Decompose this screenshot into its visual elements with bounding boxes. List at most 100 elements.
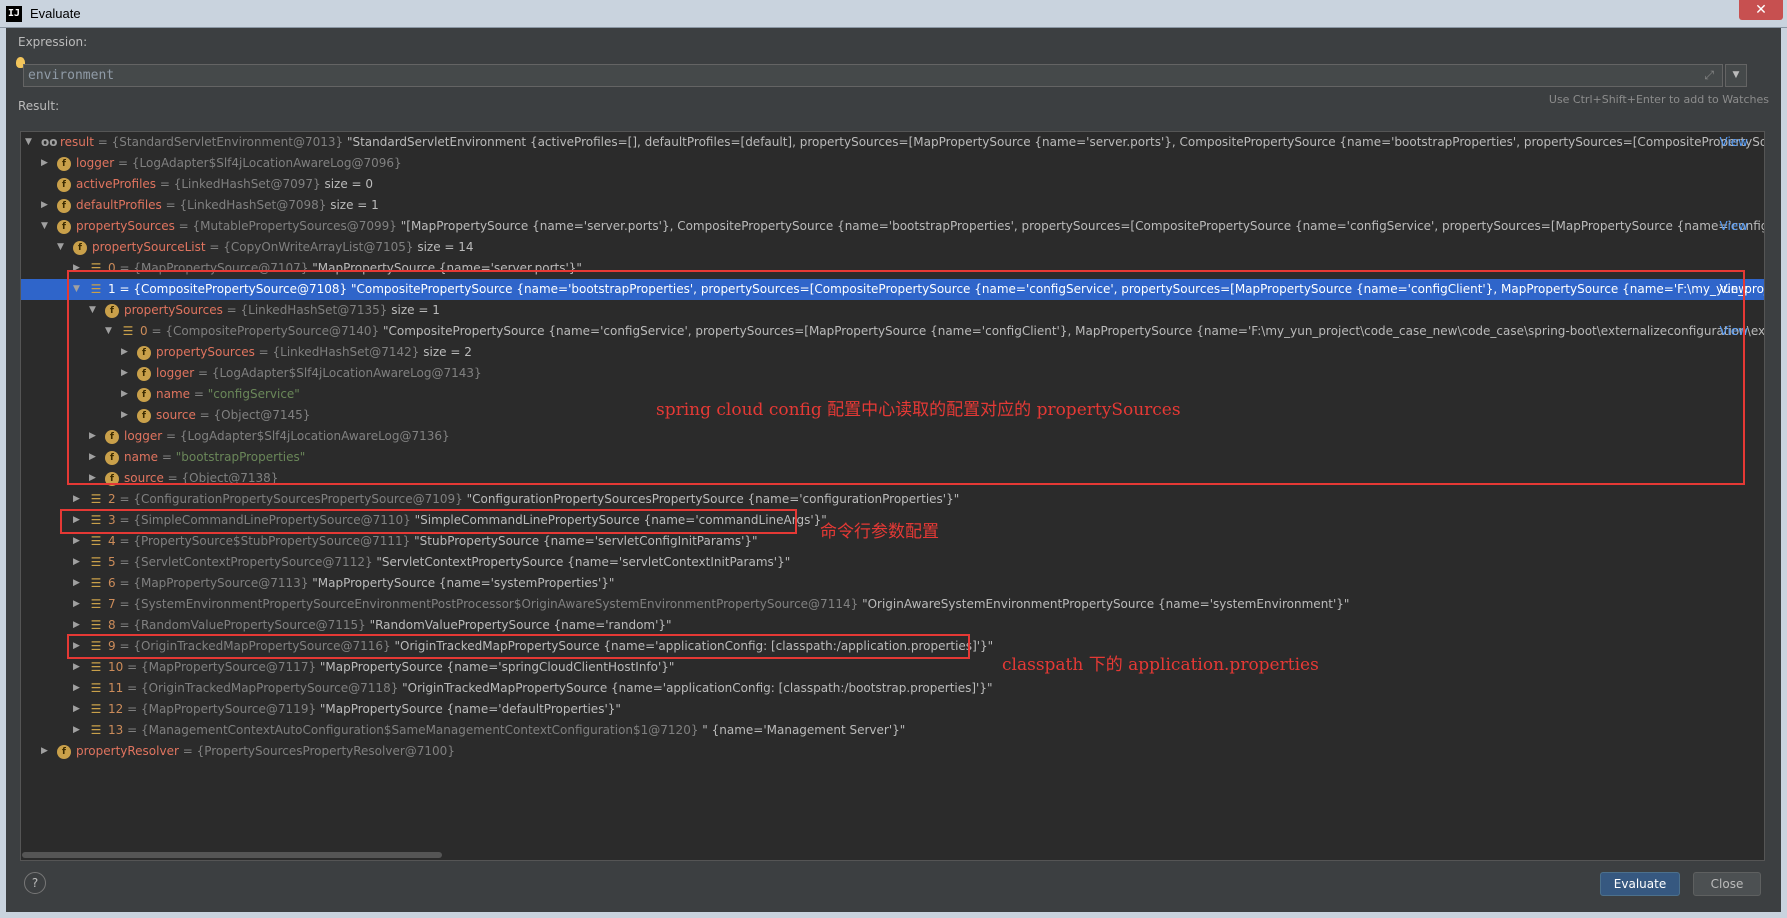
node-type: = {OriginTrackedMapPropertySource@7118} <box>123 681 403 695</box>
node-name: 5 <box>108 555 116 569</box>
node-name: 4 <box>108 534 116 548</box>
expand-arrow-icon[interactable]: ▶ <box>73 552 85 573</box>
expand-arrow-icon[interactable]: ▶ <box>73 720 85 741</box>
annotation-command-line: 命令行参数配置 <box>820 522 939 542</box>
annotation-box-config-center <box>67 270 1745 485</box>
node-name: 13 <box>108 723 124 737</box>
node-type: = {MapPropertySource@7117} <box>123 660 320 674</box>
tree-row[interactable]: ▶ ☰ 13 = {ManagementContextAutoConfigurati… <box>21 720 1764 741</box>
tree-row-text: 12 = {MapPropertySource@7119} "MapProper… <box>108 699 621 720</box>
expand-arrow-icon[interactable]: ▶ <box>41 153 53 174</box>
node-value: "StandardServletEnvironment {activeProfi… <box>346 135 1765 149</box>
expand-arrow-icon[interactable]: ▶ <box>73 699 85 720</box>
tree-row[interactable]: ▶ ☰ 2 = {ConfigurationPropertySourcesPrope… <box>21 489 1764 510</box>
tree-row-text: activeProfiles = {LinkedHashSet@7097} si… <box>76 174 373 195</box>
tree-row-text: propertyResolver = {PropertySourcesPrope… <box>76 741 455 762</box>
annotation-box-classpath <box>67 634 970 659</box>
view-link[interactable]: View <box>1720 132 1748 153</box>
result-tree[interactable]: ▼ oo result = {StandardServletEnvironment@… <box>20 131 1765 861</box>
expand-arrow-icon[interactable]: ▶ <box>73 615 85 636</box>
node-type: = {ManagementContextAutoConfiguration$Sa… <box>123 723 703 737</box>
array-element-icon: ☰ <box>90 555 102 569</box>
expand-arrow-icon[interactable]: ▶ <box>41 741 53 762</box>
annotation-box-command-line <box>60 509 797 534</box>
collapse-arrow-icon[interactable]: ▼ <box>41 216 53 237</box>
tree-row[interactable]: ▼ f propertySourceList = {CopyOnWriteArray… <box>21 237 1764 258</box>
node-value: size = 0 <box>324 177 374 191</box>
tree-row[interactable]: ▶ f propertyResolver = {PropertySourcesPro… <box>21 741 1764 762</box>
node-name: logger <box>76 156 115 170</box>
help-button[interactable]: ? <box>24 872 46 894</box>
evaluate-button[interactable]: Evaluate <box>1600 872 1680 896</box>
view-link[interactable]: View <box>1720 216 1748 237</box>
expand-arrow-icon[interactable]: ▶ <box>73 573 85 594</box>
expand-arrow-icon[interactable]: ▶ <box>73 531 85 552</box>
node-type: = {MutablePropertySources@7099} <box>174 219 401 233</box>
node-type: = {MapPropertySource@7113} <box>115 576 313 590</box>
annotation-classpath: classpath 下的 application.properties <box>1002 655 1319 675</box>
expand-arrow-icon[interactable]: ▶ <box>41 195 53 216</box>
node-type: = {ConfigurationPropertySourcesPropertyS… <box>115 492 467 506</box>
array-element-icon: ☰ <box>90 618 102 632</box>
expand-arrow-icon[interactable]: ▶ <box>73 594 85 615</box>
field-icon: f <box>57 745 71 759</box>
watches-hint: Use Ctrl+Shift+Enter to add to Watches <box>1548 93 1769 106</box>
collapse-arrow-icon[interactable]: ▼ <box>57 237 69 258</box>
expression-label: Expression: <box>18 35 88 49</box>
node-type: = {MapPropertySource@7119} <box>123 702 320 716</box>
expand-arrow-icon[interactable]: ▶ <box>73 489 85 510</box>
array-element-icon: ☰ <box>90 723 102 737</box>
tree-row[interactable]: ▶ ☰ 6 = {MapPropertySource@7113} "MapPrope… <box>21 573 1764 594</box>
node-value: "OriginAwareSystemEnvironmentPropertySou… <box>862 597 1350 611</box>
tree-row-text: 13 = {ManagementContextAutoConfiguration… <box>108 720 905 741</box>
tree-row-text: 8 = {RandomValuePropertySource@7115} "Ra… <box>108 615 672 636</box>
collapse-arrow-icon[interactable]: ▼ <box>25 132 37 153</box>
node-type: = {LogAdapter$Slf4jLocationAwareLog@7096… <box>114 156 402 170</box>
tree-row-text: logger = {LogAdapter$Slf4jLocationAwareL… <box>76 153 402 174</box>
array-element-icon: ☰ <box>90 660 102 674</box>
node-type: = {PropertySource$StubPropertySource@711… <box>115 534 415 548</box>
tree-row[interactable]: ▶ ☰ 11 = {OriginTrackedMapPropertySource@7… <box>21 678 1764 699</box>
history-dropdown-button[interactable]: ▼ <box>1725 64 1747 87</box>
tree-row[interactable]: ▶ ☰ 8 = {RandomValuePropertySource@7115} "… <box>21 615 1764 636</box>
tree-row[interactable]: ▼ f propertySources = {MutablePropertySour… <box>21 216 1765 237</box>
node-name: propertySources <box>76 219 175 233</box>
tree-row[interactable]: ▶ f defaultProfiles = {LinkedHashSet@7098}… <box>21 195 1764 216</box>
expand-icon[interactable]: ⤢ <box>1704 68 1714 83</box>
tree-row[interactable]: ▶ ☰ 7 = {SystemEnvironmentPropertySourceEn… <box>21 594 1764 615</box>
tree-row-text: propertySources = {MutablePropertySource… <box>76 216 1765 237</box>
node-value: "MapPropertySource {name='defaultPropert… <box>319 702 621 716</box>
close-button[interactable]: Close <box>1693 872 1761 896</box>
node-value: "MapPropertySource {name='springCloudCli… <box>319 660 675 674</box>
window-close-button[interactable]: ✕ <box>1739 0 1783 20</box>
horizontal-scrollbar[interactable] <box>22 852 442 858</box>
tree-row[interactable]: ▶ ☰ 10 = {MapPropertySource@7117} "MapProp… <box>21 657 1764 678</box>
tree-row-text: 11 = {OriginTrackedMapPropertySource@711… <box>108 678 993 699</box>
node-value: "[MapPropertySource {name='server.ports'… <box>400 219 1765 233</box>
window-titlebar: IJ Evaluate ✕ <box>0 0 1787 28</box>
tree-row[interactable]: ▶ ☰ 12 = {MapPropertySource@7119} "MapProp… <box>21 699 1764 720</box>
expression-value[interactable]: environment <box>28 68 114 83</box>
field-icon: f <box>57 199 71 213</box>
node-type: = {PropertySourcesPropertyResolver@7100} <box>178 744 455 758</box>
tree-row[interactable]: f activeProfiles = {LinkedHashSet@7097} s… <box>21 174 1764 195</box>
field-icon: f <box>73 241 87 255</box>
expand-arrow-icon[interactable]: ▶ <box>73 678 85 699</box>
result-label: Result: <box>18 99 60 113</box>
array-element-icon: ☰ <box>90 576 102 590</box>
node-type: = {LinkedHashSet@7097} <box>156 177 325 191</box>
tree-row-text: defaultProfiles = {LinkedHashSet@7098} s… <box>76 195 379 216</box>
tree-row[interactable]: ▼ oo result = {StandardServletEnvironment@… <box>21 132 1765 153</box>
tree-row-text: 7 = {SystemEnvironmentPropertySourceEnvi… <box>108 594 1349 615</box>
tree-row[interactable]: ▶ ☰ 5 = {ServletContextPropertySource@7112… <box>21 552 1764 573</box>
node-value: "MapPropertySource {name='systemProperti… <box>312 576 615 590</box>
expand-arrow-icon[interactable]: ▶ <box>73 657 85 678</box>
annotation-config-center: spring cloud config 配置中心读取的配置对应的 propert… <box>656 400 1181 420</box>
expression-input[interactable]: environment ⤢ <box>23 64 1723 87</box>
node-type: = {SystemEnvironmentPropertySourceEnviro… <box>115 597 863 611</box>
node-value: "StubPropertySource {name='servletConfig… <box>414 534 758 548</box>
intellij-icon: IJ <box>6 6 22 22</box>
tree-row[interactable]: ▶ f logger = {LogAdapter$Slf4jLocationAwar… <box>21 153 1764 174</box>
node-name: 8 <box>108 618 116 632</box>
node-value: size = 1 <box>330 198 379 212</box>
